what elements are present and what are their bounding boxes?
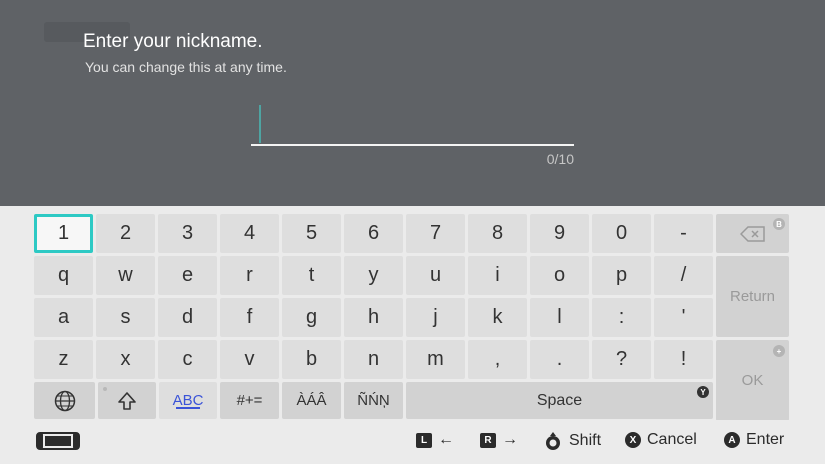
mode-accents2-key[interactable]: ÑŃŅ [344,382,403,419]
key-row1-10[interactable]: - [654,214,713,253]
key-row2-5[interactable]: y [344,256,403,295]
prompt-title: Enter your nickname. [83,31,263,52]
mode-symbols-key[interactable]: #+= [220,382,279,419]
key-row1-8[interactable]: 9 [530,214,589,253]
key-row1-1[interactable]: 2 [96,214,155,253]
key-row3-7[interactable]: k [468,298,527,337]
key-row3-5[interactable]: h [344,298,403,337]
button-guide-bar: L ← R → Shift X Cancel A Enter [0,420,825,464]
right-arrow-icon: → [502,431,518,448]
key-row2-7[interactable]: i [468,256,527,295]
key-row4-1[interactable]: x [96,340,155,379]
key-row3-9[interactable]: : [592,298,651,337]
handheld-console-icon[interactable] [36,432,80,450]
key-row1-4[interactable]: 5 [282,214,341,253]
l-button-icon: L [416,432,432,448]
mode-accents-key[interactable]: ÀÁÂ [282,382,341,419]
cancel-hint-label: Cancel [647,431,697,448]
space-key[interactable]: Space Y [406,382,713,419]
key-row4-0[interactable]: z [34,340,93,379]
backspace-icon [739,225,765,242]
character-counter: 0/10 [546,151,574,167]
key-row3-2[interactable]: d [158,298,217,337]
left-stick-icon [546,432,560,450]
key-row4-7[interactable]: , [468,340,527,379]
key-row2-1[interactable]: w [96,256,155,295]
key-row4-10[interactable]: ! [654,340,713,379]
key-row4-4[interactable]: b [282,340,341,379]
language-key[interactable] [34,382,95,419]
shift-hint[interactable]: Shift [543,431,601,451]
key-row4-8[interactable]: . [530,340,589,379]
key-row3-3[interactable]: f [220,298,279,337]
key-row4-9[interactable]: ? [592,340,651,379]
key-row2-8[interactable]: o [530,256,589,295]
shift-indicator [103,387,107,391]
software-keyboard: 1 2 3 4 5 6 7 8 9 0- q w e r t y u i o p / a s d f g h j k l: ' z x c v b n m… [0,206,825,421]
key-row4-5[interactable]: n [344,340,403,379]
key-row2-9[interactable]: p [592,256,651,295]
key-row3-10[interactable]: ' [654,298,713,337]
globe-icon [54,390,75,411]
cancel-hint[interactable]: X Cancel [625,431,697,449]
key-row1-2[interactable]: 3 [158,214,217,253]
key-row4-2[interactable]: c [158,340,217,379]
key-row4-6[interactable]: m [406,340,465,379]
x-button-icon: X [625,432,641,448]
plus-button-badge: + [773,345,785,357]
key-row2-4[interactable]: t [282,256,341,295]
ok-key-label: OK [741,372,764,389]
key-row1-3[interactable]: 4 [220,214,279,253]
a-button-icon: A [724,432,740,448]
y-button-badge: Y [697,386,709,398]
key-row1-7[interactable]: 8 [468,214,527,253]
shift-arrow-icon [118,391,136,410]
mode-abc-key[interactable]: ABC [159,382,217,419]
key-row1-6[interactable]: 7 [406,214,465,253]
enter-hint-label: Enter [746,431,785,448]
nickname-prompt-panel: Enter your nickname. You can change this… [0,0,825,206]
left-arrow-icon: ← [438,431,454,448]
key-row3-4[interactable]: g [282,298,341,337]
key-row1-0[interactable]: 1 [34,214,93,253]
space-key-label: Space [536,391,583,409]
key-row2-3[interactable]: r [220,256,279,295]
key-row3-8[interactable]: l [530,298,589,337]
prompt-subtitle: You can change this at any time. [85,59,287,75]
shift-hint-label: Shift [569,432,602,449]
r-button-icon: R [480,432,496,448]
cursor-right-hint[interactable]: R → [480,431,518,449]
key-row2-6[interactable]: u [406,256,465,295]
mode-active-underline [176,407,200,409]
return-key[interactable]: Return [716,256,789,337]
key-row3-1[interactable]: s [96,298,155,337]
nickname-input-underline[interactable] [251,144,574,146]
b-button-badge: B [773,218,785,230]
key-row3-0[interactable]: a [34,298,93,337]
backspace-key[interactable]: B [716,214,789,253]
ok-key[interactable]: OK + [716,340,789,421]
text-cursor [259,105,261,143]
key-row4-3[interactable]: v [220,340,279,379]
cursor-left-hint[interactable]: L ← [416,431,454,449]
key-row2-2[interactable]: e [158,256,217,295]
shift-key[interactable] [98,382,156,419]
key-row2-0[interactable]: q [34,256,93,295]
key-row2-10[interactable]: / [654,256,713,295]
key-row1-9[interactable]: 0 [592,214,651,253]
key-row3-6[interactable]: j [406,298,465,337]
enter-hint[interactable]: A Enter [724,431,784,449]
key-row1-5[interactable]: 6 [344,214,403,253]
